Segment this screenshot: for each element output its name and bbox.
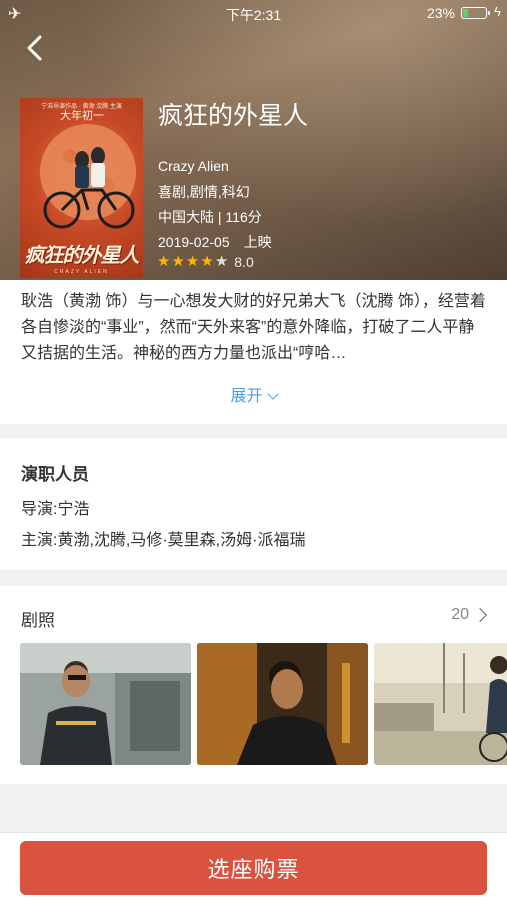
charging-icon: ϟ [494, 4, 501, 19]
description-section: 耿浩（黄渤 饰）与一心想发大财的好兄弟大飞（沈腾 饰），经营着各自惨淡的“事业”… [0, 280, 507, 424]
battery-percent: 23% [426, 5, 455, 21]
english-title: Crazy Alien [158, 158, 229, 174]
movie-genres: 喜剧,剧情,科幻 [158, 184, 250, 200]
chevron-down-icon [266, 388, 279, 400]
stills-section-title: 剧照 [21, 611, 55, 630]
rating: ★ ★ ★ ★ ★ 8.0 [157, 253, 254, 271]
star-icon: ★ [157, 253, 171, 270]
expand-button[interactable]: 展开 [0, 382, 507, 406]
status-bar: ✈ 下午2:31 23% ϟ [0, 0, 507, 28]
poster-subtitle-art: CRAZY ALIEN [54, 269, 109, 275]
star-icon: ★ [185, 253, 200, 270]
synopsis-text: 耿浩（黄渤 饰）与一心想发大财的好兄弟大飞（沈腾 饰），经营着各自惨淡的“事业”… [21, 293, 486, 362]
cast-section: 演职人员 导演:宁浩 主演:黄渤,沈腾,马修·莫里森,汤姆·派福瑞 [0, 438, 507, 570]
star-empty-icon: ★ [214, 253, 229, 270]
rating-score: 8.0 [234, 254, 254, 270]
movie-title: 疯狂的外星人 [158, 102, 309, 130]
poster-release-text: 大年初一 [60, 110, 104, 122]
chevron-left-icon [27, 35, 42, 61]
movie-release-date: 2019-02-05 上映 [158, 234, 272, 250]
still-image [20, 643, 191, 765]
still-image [374, 643, 507, 765]
stills-section: 剧照 20 [0, 586, 507, 784]
star-icon: ★ [200, 253, 214, 270]
still-thumbnail[interactable] [20, 643, 191, 765]
back-button[interactable] [18, 32, 50, 64]
still-thumbnail[interactable] [197, 643, 368, 765]
battery-icon [461, 7, 490, 19]
movie-header: ✈ 下午2:31 23% ϟ 宁浩导演作品 · 黄渤 沈腾 主演 大年初一 疯狂… [0, 0, 507, 280]
bottom-action-bar: 选座购票 [0, 832, 507, 900]
still-thumbnail[interactable] [374, 643, 507, 765]
poster-title-art: 疯狂的外星人 [24, 245, 140, 267]
battery-level [463, 9, 468, 17]
stills-more-button[interactable]: 20 [451, 606, 488, 624]
star-icon: ★ [171, 253, 185, 270]
director-line[interactable]: 导演:宁浩 [21, 495, 89, 519]
stills-count: 20 [451, 606, 469, 623]
movie-poster[interactable]: 宁浩导演作品 · 黄渤 沈腾 主演 大年初一 疯狂的外星人 CRAZY ALIE… [20, 98, 143, 278]
chevron-right-icon [472, 607, 488, 623]
movie-region-runtime: 中国大陆 | 116分 [158, 209, 262, 225]
buy-ticket-button[interactable]: 选座购票 [20, 841, 487, 895]
still-image [197, 643, 368, 765]
expand-label: 展开 [230, 388, 263, 405]
cast-section-title: 演职人员 [21, 465, 89, 484]
starring-line[interactable]: 主演:黄渤,沈腾,马修·莫里森,汤姆·派福瑞 [21, 526, 305, 550]
